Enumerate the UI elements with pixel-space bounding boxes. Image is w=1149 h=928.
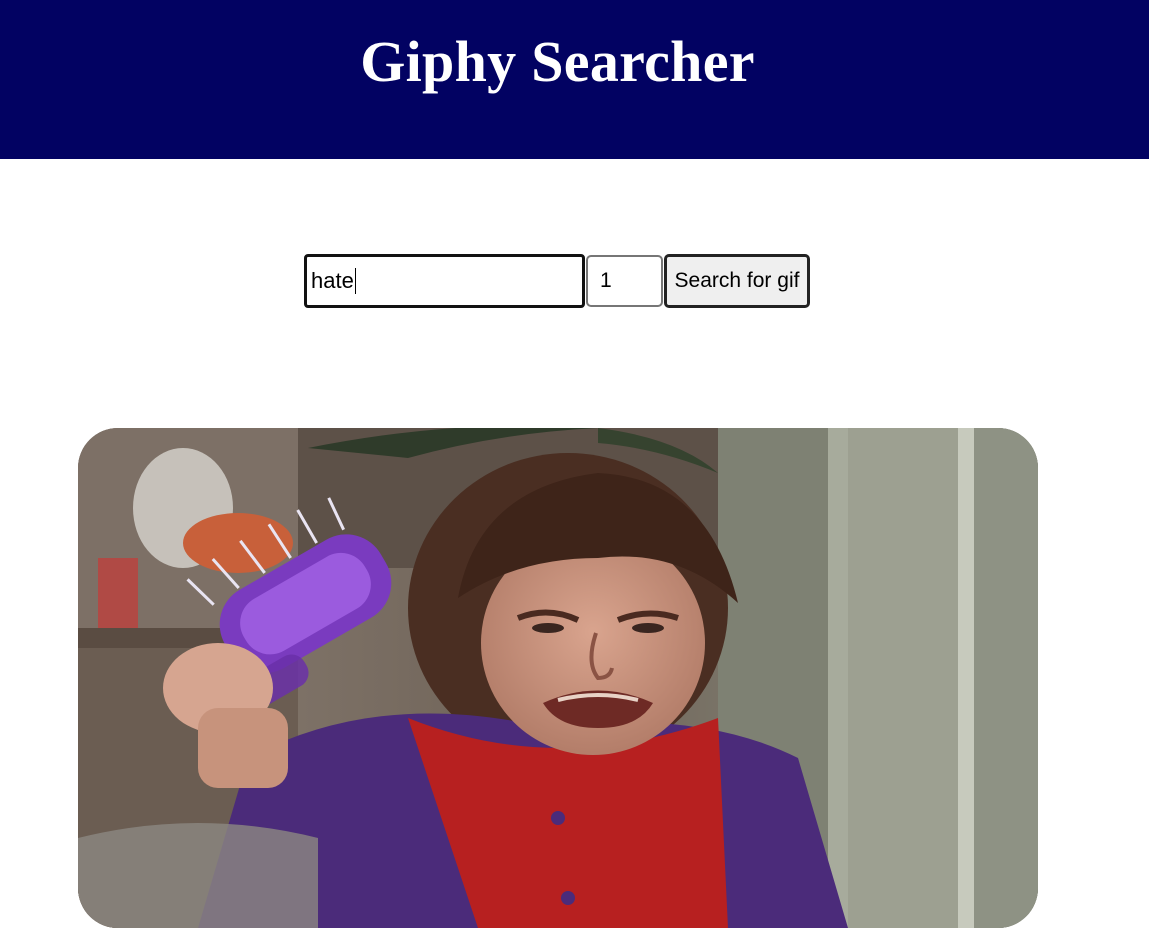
search-input[interactable]: hate xyxy=(304,254,585,308)
gif-illustration xyxy=(78,428,1038,928)
text-caret xyxy=(354,268,357,294)
gif-count-input[interactable]: 1 xyxy=(586,255,663,307)
gif-result-image xyxy=(78,428,1038,928)
search-input-value: hate xyxy=(311,268,354,293)
page-title: Giphy Searcher xyxy=(360,29,755,94)
app-header: Giphy Searcher xyxy=(0,0,1149,159)
gif-count-value: 1 xyxy=(600,269,612,292)
search-button[interactable]: Search for gif xyxy=(664,254,810,308)
